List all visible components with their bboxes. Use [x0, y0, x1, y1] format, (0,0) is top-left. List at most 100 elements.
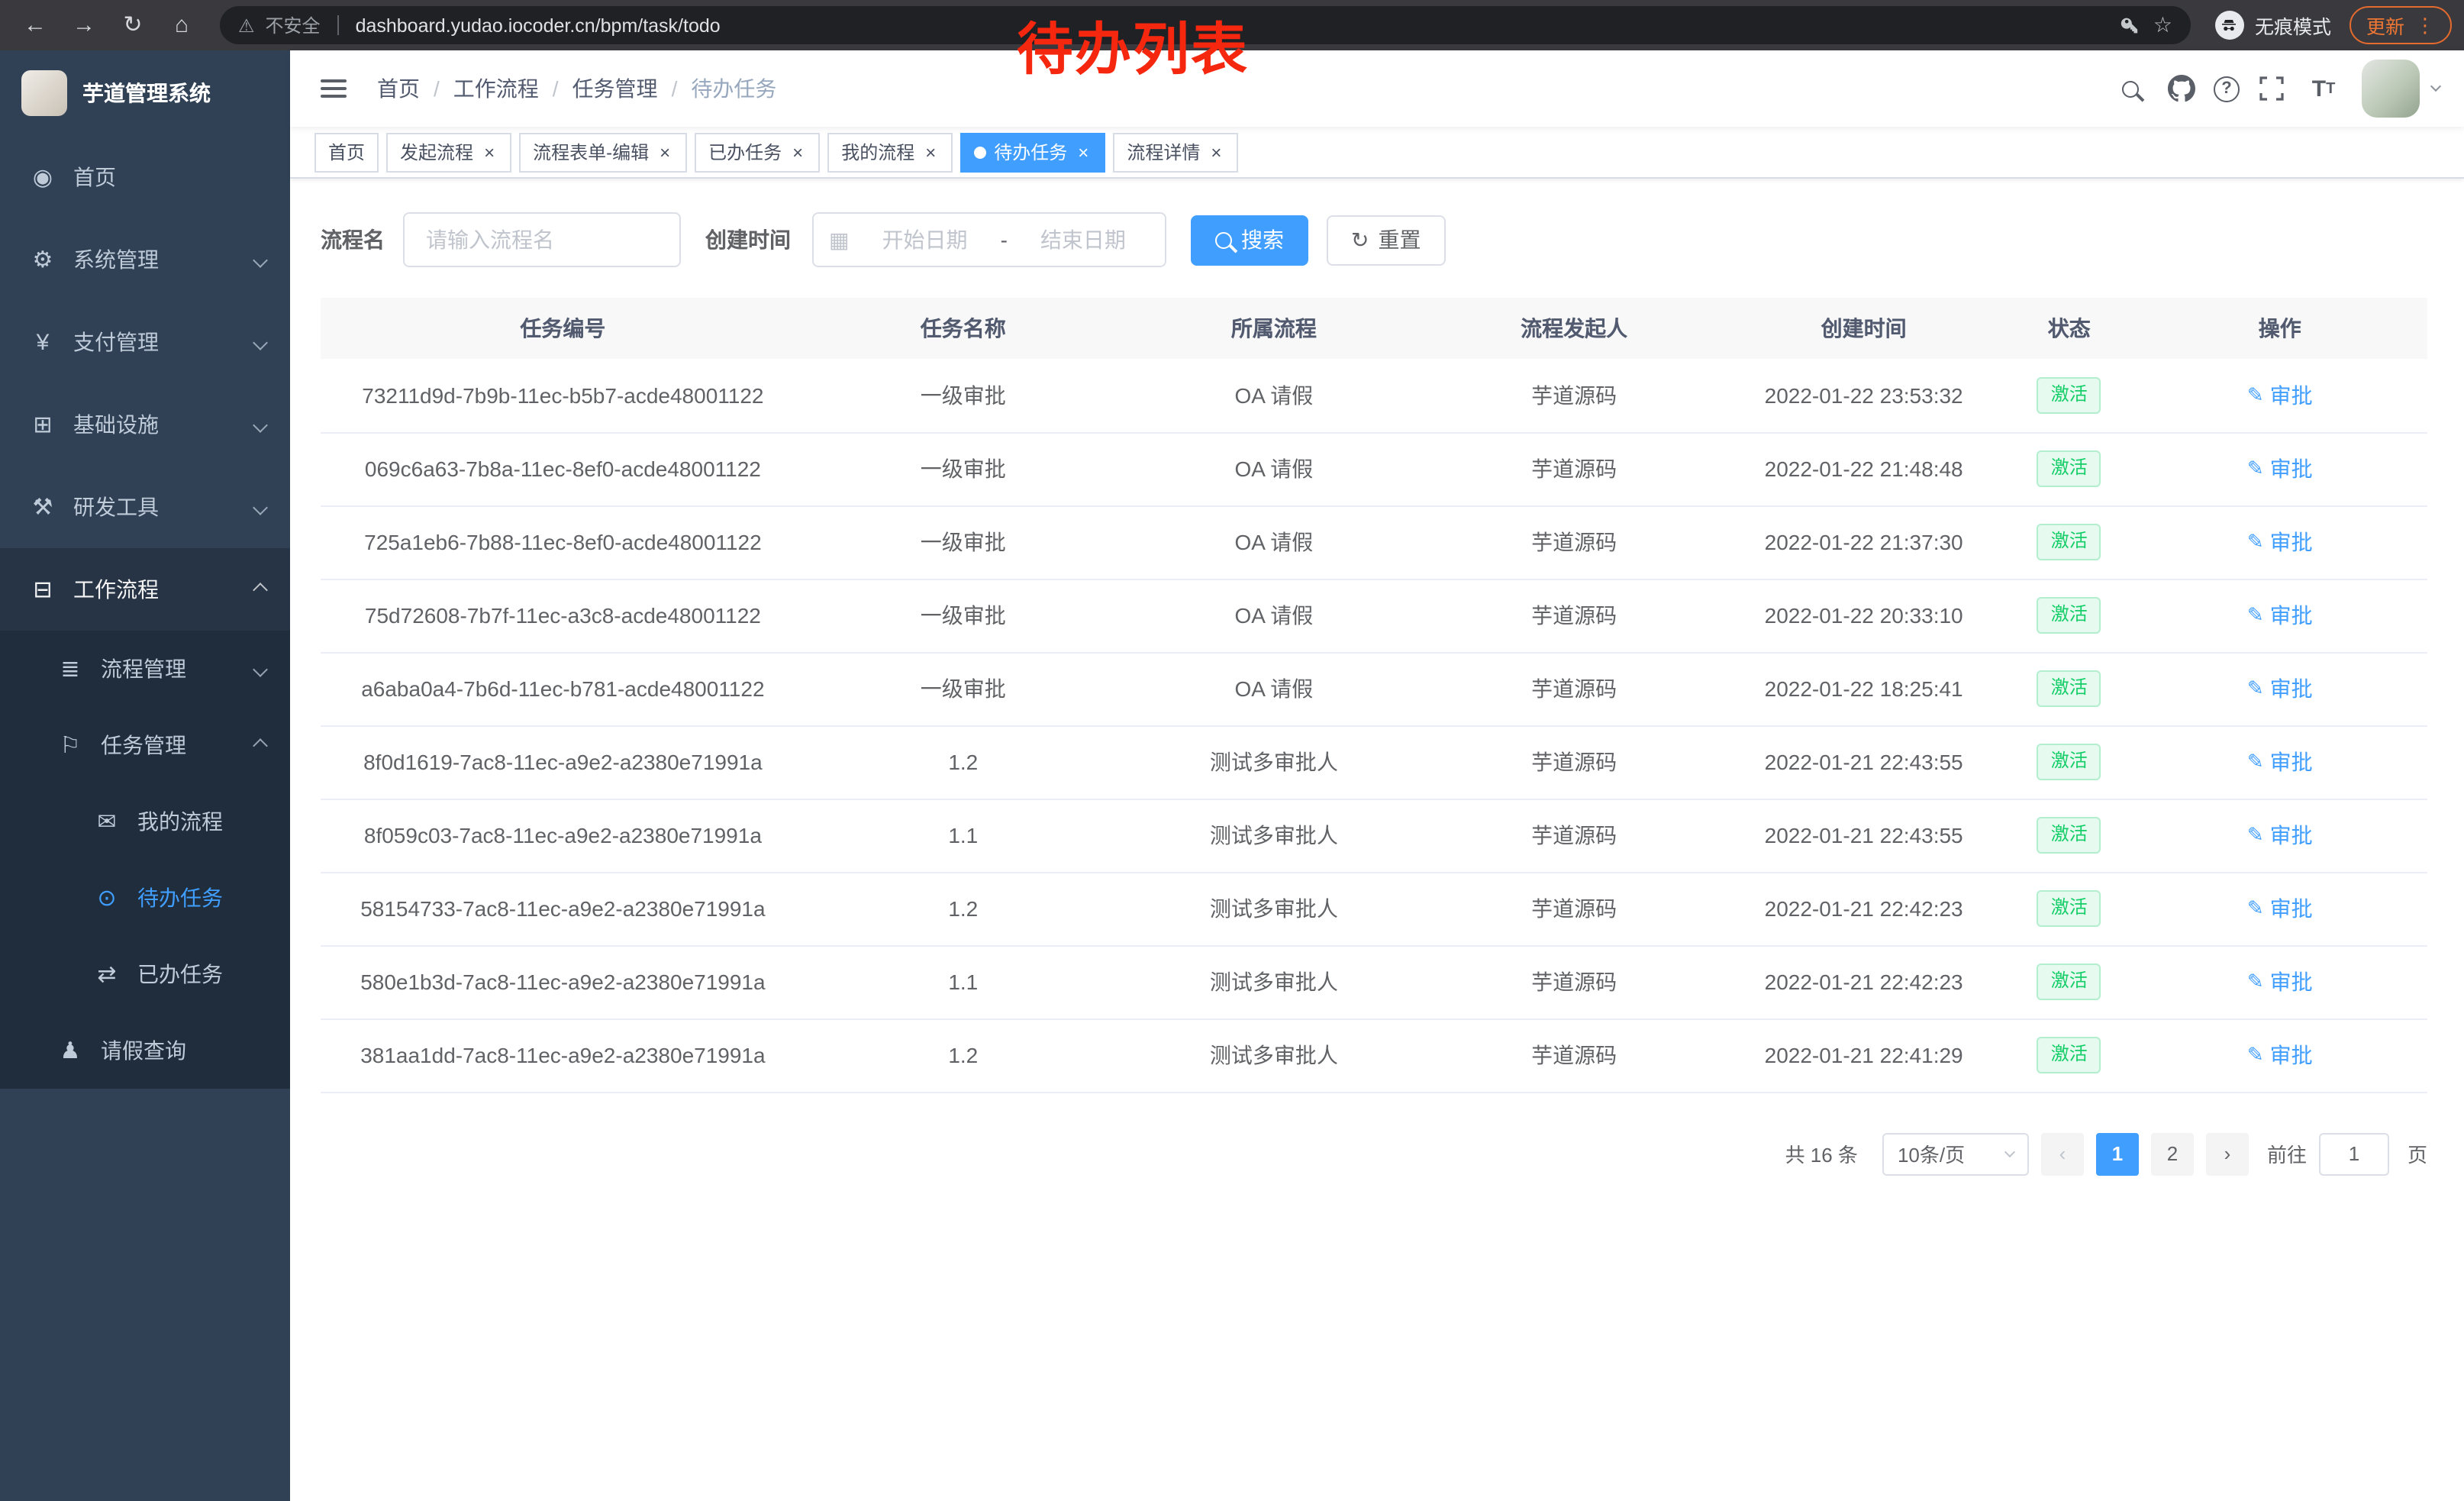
- page-content: 流程名 创建时间 ▦ 开始日期 - 结束日期 搜索 ↻: [290, 179, 2464, 1501]
- cell-task-name: 一级审批: [805, 505, 1121, 579]
- page-number-button[interactable]: 1: [2096, 1132, 2139, 1175]
- tab[interactable]: 首页: [314, 132, 379, 172]
- person-icon: ♟: [52, 1037, 89, 1064]
- process-name-input[interactable]: [403, 212, 681, 267]
- sidebar-item-done-task[interactable]: ⇄ 已办任务: [0, 936, 290, 1012]
- back-icon[interactable]: ←: [12, 4, 58, 47]
- approve-link[interactable]: ✎ 审批: [2247, 673, 2313, 704]
- tab-close-icon[interactable]: ×: [789, 141, 806, 163]
- goto-page-input[interactable]: [2319, 1132, 2389, 1175]
- sidebar-item-process-mgmt[interactable]: ≣ 流程管理: [0, 631, 290, 707]
- date-range-picker[interactable]: ▦ 开始日期 - 结束日期: [812, 212, 1166, 267]
- sidebar-item-payment[interactable]: ¥ 支付管理: [0, 301, 290, 383]
- cell-status: 激活: [2006, 945, 2133, 1018]
- prev-page-button[interactable]: ‹: [2041, 1132, 2084, 1175]
- tab[interactable]: 我的流程 ×: [827, 132, 953, 172]
- update-label: 更新: [2366, 11, 2404, 40]
- approve-link[interactable]: ✎ 审批: [2247, 893, 2313, 924]
- update-button[interactable]: 更新 ⋮: [2350, 6, 2452, 44]
- forward-icon[interactable]: →: [61, 4, 107, 47]
- cell-action: ✎ 审批: [2133, 579, 2427, 652]
- sidebar-item-home[interactable]: ◉ 首页: [0, 136, 290, 218]
- app-logo[interactable]: 芋道管理系统: [0, 50, 290, 136]
- reset-button[interactable]: ↻ 重置: [1327, 215, 1445, 265]
- cell-initiator: 芋道源码: [1427, 579, 1721, 652]
- tab-close-icon[interactable]: ×: [656, 141, 673, 163]
- navbar: 首页 / 工作流程 / 任务管理 /: [290, 50, 2464, 127]
- page-number-button[interactable]: 2: [2151, 1132, 2194, 1175]
- tab[interactable]: 流程详情 ×: [1113, 132, 1238, 172]
- incognito-badge: 无痕模式: [2215, 11, 2331, 40]
- status-badge: 激活: [2037, 524, 2101, 560]
- annotation-overlay: 待办列表: [1017, 3, 1249, 86]
- tab-close-icon[interactable]: ×: [1075, 141, 1092, 163]
- status-badge: 激活: [2037, 964, 2101, 999]
- breadcrumb-link[interactable]: 待办任务: [691, 73, 776, 104]
- sidebar-toggle[interactable]: [314, 73, 353, 104]
- avatar[interactable]: [2362, 60, 2420, 118]
- column-header: 状态: [2006, 298, 2133, 359]
- tags-view: 首页 发起流程 × 流程表单-编辑 ×: [290, 127, 2464, 179]
- cell-status: 激活: [2006, 652, 2133, 725]
- sidebar-item-task-mgmt[interactable]: ⚐ 任务管理: [0, 707, 290, 783]
- approve-link[interactable]: ✎ 审批: [2247, 820, 2313, 851]
- incognito-icon: [2215, 11, 2244, 40]
- sidebar-item-label: 请假查询: [101, 1035, 186, 1066]
- tab[interactable]: 发起流程 ×: [386, 132, 511, 172]
- table-row: 580e1b3d-7ac8-11ec-a9e2-a2380e71991a 1.1…: [321, 945, 2427, 1018]
- tab[interactable]: 流程表单-编辑 ×: [519, 132, 687, 172]
- font-size-icon[interactable]: TT: [2304, 69, 2343, 108]
- sidebar-item-devtools[interactable]: ⚒ 研发工具: [0, 466, 290, 548]
- chevron-up-icon: [253, 738, 268, 753]
- approve-link[interactable]: ✎ 审批: [2247, 1040, 2313, 1070]
- sidebar-item-my-process[interactable]: ✉ 我的流程: [0, 783, 290, 860]
- menu-kebab-icon[interactable]: ⋮: [2415, 15, 2435, 35]
- sidebar-item-workflow[interactable]: ⊟ 工作流程: [0, 548, 290, 631]
- cell-action: ✎ 审批: [2133, 652, 2427, 725]
- tab-label: 流程详情: [1127, 139, 1200, 165]
- tab[interactable]: 已办任务 ×: [695, 132, 820, 172]
- reload-icon[interactable]: ↻: [110, 4, 156, 47]
- avatar-caret-icon[interactable]: [2430, 81, 2441, 92]
- approve-link[interactable]: ✎ 审批: [2247, 380, 2313, 411]
- tab-close-icon[interactable]: ×: [1208, 141, 1224, 163]
- cell-action: ✎ 审批: [2133, 432, 2427, 505]
- edit-icon: ✎: [2247, 823, 2264, 847]
- approve-link[interactable]: ✎ 审批: [2247, 600, 2313, 631]
- tab-close-icon[interactable]: ×: [481, 141, 498, 163]
- approve-link[interactable]: ✎ 审批: [2247, 454, 2313, 484]
- approve-link[interactable]: ✎ 审批: [2247, 527, 2313, 557]
- chevron-down-icon: [253, 334, 268, 350]
- browser-home-icon[interactable]: ⌂: [159, 4, 205, 47]
- search-icon[interactable]: [2110, 69, 2150, 108]
- approve-link[interactable]: ✎ 审批: [2247, 967, 2313, 997]
- cell-process: OA 请假: [1121, 359, 1427, 432]
- next-page-button[interactable]: ›: [2206, 1132, 2249, 1175]
- tab[interactable]: 待办任务 ×: [960, 132, 1105, 172]
- sidebar-item-infrastructure[interactable]: ⊞ 基础设施: [0, 383, 290, 466]
- status-badge: 激活: [2037, 450, 2101, 486]
- sidebar-item-leave-query[interactable]: ♟ 请假查询: [0, 1012, 290, 1089]
- key-icon[interactable]: [2121, 15, 2143, 36]
- sidebar-item-system[interactable]: ⚙ 系统管理: [0, 218, 290, 301]
- yen-icon: ¥: [24, 329, 61, 355]
- tab-close-icon[interactable]: ×: [922, 141, 939, 163]
- breadcrumb-link[interactable]: 工作流程: [453, 73, 539, 104]
- eye-icon: ⊙: [89, 884, 125, 912]
- help-icon[interactable]: ?: [2214, 76, 2240, 102]
- page-size-select[interactable]: 10条/页: [1882, 1132, 2029, 1175]
- search-button[interactable]: 搜索: [1191, 215, 1308, 265]
- approve-link[interactable]: ✎ 审批: [2247, 747, 2313, 777]
- cell-process: OA 请假: [1121, 432, 1427, 505]
- sidebar-item-label: 支付管理: [73, 327, 159, 357]
- sidebar-item-todo-task[interactable]: ⊙ 待办任务: [0, 860, 290, 936]
- main-area: 首页 / 工作流程 / 任务管理 /: [290, 50, 2464, 1501]
- breadcrumb-link[interactable]: 任务管理: [572, 73, 658, 104]
- bookmark-star-icon[interactable]: ☆: [2153, 12, 2172, 38]
- breadcrumb-link[interactable]: 首页: [377, 73, 420, 104]
- cell-action: ✎ 审批: [2133, 359, 2427, 432]
- dashboard-icon: ◉: [24, 163, 61, 191]
- github-icon[interactable]: [2162, 69, 2201, 108]
- fullscreen-icon[interactable]: [2252, 69, 2291, 108]
- cell-task-id: 8f059c03-7ac8-11ec-a9e2-a2380e71991a: [321, 799, 805, 872]
